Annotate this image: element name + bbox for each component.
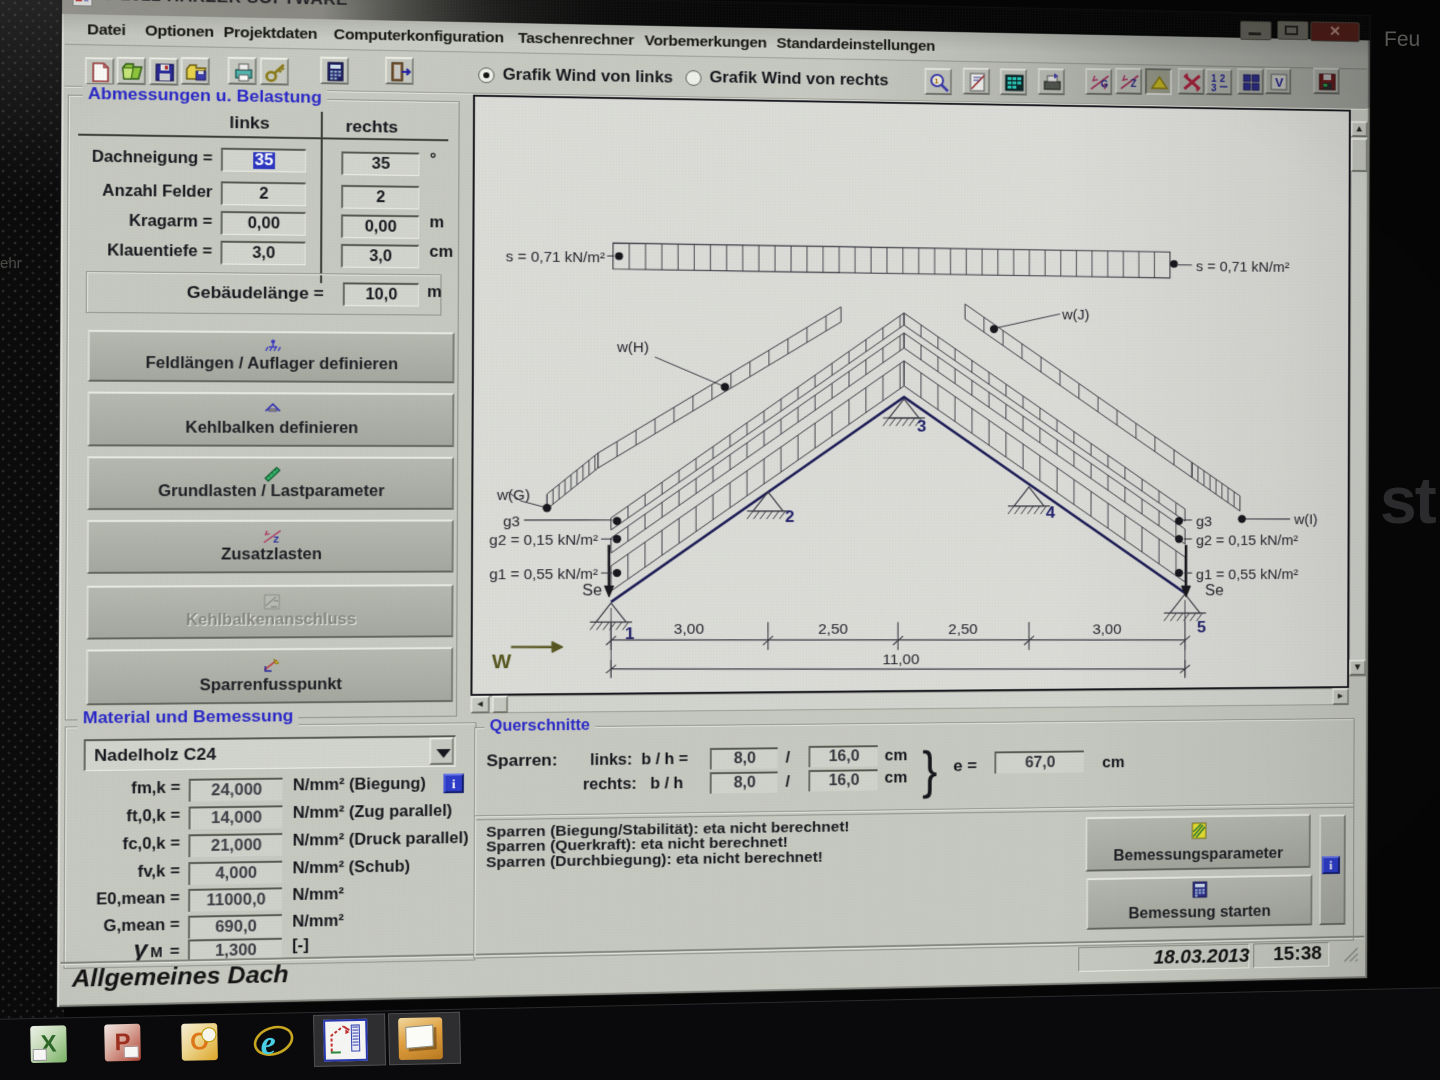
svg-text:g1 = 0,55 kN/m²: g1 = 0,55 kN/m² [1196, 567, 1298, 583]
svg-text:g3: g3 [1196, 514, 1212, 530]
svg-text:e: e [260, 1025, 276, 1062]
svg-text:W: W [492, 651, 512, 673]
svg-text:3: 3 [917, 417, 927, 436]
svg-text:w(I): w(I) [1293, 512, 1318, 528]
svg-text:2,50: 2,50 [818, 622, 848, 638]
svg-text:s = 0,71 kN/m²: s = 0,71 kN/m² [506, 249, 605, 266]
svg-text:g2 = 0,15 kN/m²: g2 = 0,15 kN/m² [489, 533, 598, 549]
svg-text:w(H): w(H) [616, 340, 649, 356]
svg-text:4: 4 [1046, 503, 1056, 522]
svg-text:V: V [1275, 76, 1283, 90]
svg-text:s = 0,71 kN/m²: s = 0,71 kN/m² [1196, 259, 1289, 276]
svg-text:w(J): w(J) [1061, 307, 1089, 323]
svg-text:11,00: 11,00 [882, 652, 919, 668]
svg-text:g2 = 0,15 kN/m²: g2 = 0,15 kN/m² [1196, 533, 1298, 549]
svg-text:Se: Se [1205, 582, 1224, 599]
svg-text:3,00: 3,00 [674, 622, 704, 638]
svg-text:g1 = 0,55 kN/m²: g1 = 0,55 kN/m² [489, 567, 598, 584]
svg-text:1: 1 [934, 77, 939, 85]
svg-text:g3: g3 [503, 514, 520, 530]
svg-text:5: 5 [1197, 617, 1206, 636]
svg-text:2: 2 [1220, 75, 1226, 85]
svg-text:2: 2 [785, 507, 795, 526]
svg-text:3,00: 3,00 [1092, 622, 1121, 638]
svg-text:3: 3 [1211, 84, 1217, 94]
svg-text:2,50: 2,50 [948, 622, 978, 638]
svg-text:Z: Z [273, 535, 279, 545]
svg-text:Se: Se [582, 582, 602, 599]
svg-text:G: G [1101, 80, 1109, 90]
svg-text:Z: Z [1131, 80, 1137, 90]
